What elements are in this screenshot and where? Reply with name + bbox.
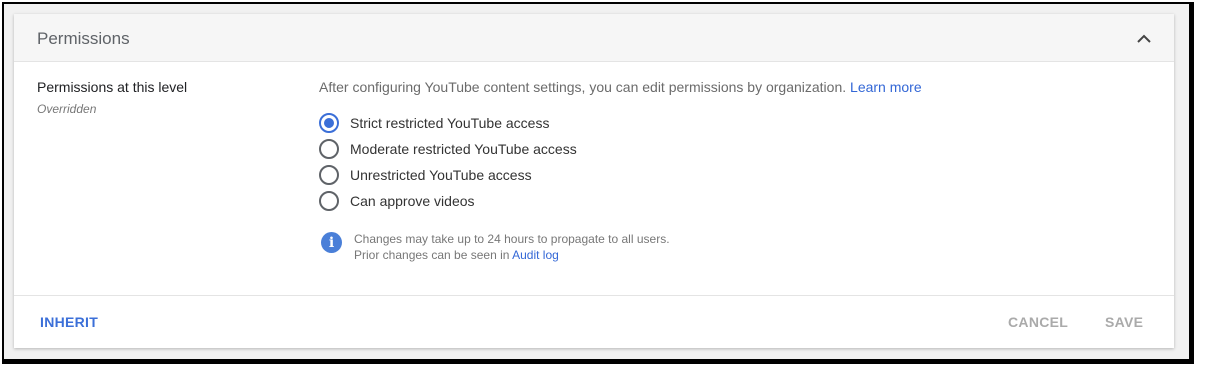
save-button[interactable]: SAVE [1105,314,1143,330]
radio-button[interactable] [319,113,339,133]
audit-log-link[interactable]: Audit log [512,248,559,262]
propagation-note: Changes may take up to 24 hours to propa… [354,231,670,263]
option-unrestricted[interactable]: Unrestricted YouTube access [319,162,577,188]
note-line-2-text: Prior changes can be seen in [354,248,510,262]
option-approve-videos[interactable]: Can approve videos [319,188,577,214]
option-label: Moderate restricted YouTube access [350,141,577,157]
collapse-button[interactable] [1134,28,1154,48]
note-line-1: Changes may take up to 24 hours to propa… [354,232,670,246]
radio-button[interactable] [319,139,339,159]
note-line-2: Prior changes can be seen in Audit log [354,247,670,263]
option-label: Unrestricted YouTube access [350,167,532,183]
permissions-status: Overridden [37,102,97,116]
option-label: Strict restricted YouTube access [350,115,550,131]
info-icon: i [321,232,342,253]
window-frame: Permissions Permissions at this level Ov… [2,2,1194,364]
permissions-level-label: Permissions at this level [37,79,188,95]
option-moderate-restricted[interactable]: Moderate restricted YouTube access [319,136,577,162]
radio-button[interactable] [319,191,339,211]
option-strict-restricted[interactable]: Strict restricted YouTube access [319,110,577,136]
inherit-button[interactable]: INHERIT [40,314,98,330]
permission-options: Strict restricted YouTube access Moderat… [319,110,577,214]
panel-header[interactable]: Permissions [14,14,1174,62]
cancel-button[interactable]: CANCEL [1008,314,1068,330]
learn-more-link[interactable]: Learn more [850,79,922,95]
permissions-description: After configuring YouTube content settin… [319,79,922,95]
chevron-up-icon [1137,34,1151,43]
panel-footer: INHERIT CANCEL SAVE [14,295,1174,348]
description-text: After configuring YouTube content settin… [319,79,847,95]
option-label: Can approve videos [350,193,475,209]
radio-button[interactable] [319,165,339,185]
permissions-panel: Permissions Permissions at this level Ov… [14,14,1174,348]
panel-title: Permissions [37,29,130,48]
